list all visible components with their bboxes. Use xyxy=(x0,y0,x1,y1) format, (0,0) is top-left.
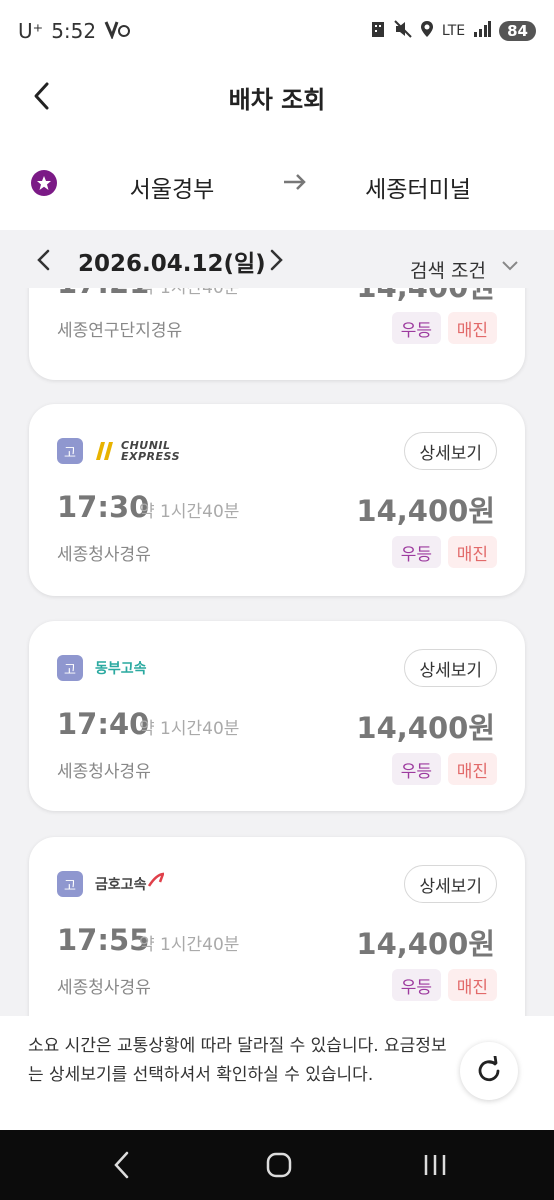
signal-icon xyxy=(473,21,492,41)
nav-home-button[interactable] xyxy=(266,1150,292,1184)
fare-price: 14,400원 xyxy=(356,494,495,528)
grade-badge: 우등 xyxy=(391,969,441,1001)
schedule-card[interactable]: 고 CHUNIL EXPRESS 상세보기 17:30 약 1시간40분 14,… xyxy=(29,404,525,596)
departure-time: 17:30 xyxy=(57,490,150,524)
notification-icon xyxy=(104,19,131,44)
company-name: 금호고속 xyxy=(95,877,147,893)
previous-date-button[interactable] xyxy=(34,248,54,276)
sold-out-badge: 매진 xyxy=(447,753,497,785)
trip-duration: 약 1시간40분 xyxy=(139,719,240,739)
company-logo-kumho: 금호고속 xyxy=(95,871,164,897)
trip-duration: 약 1시간40분 xyxy=(139,502,240,522)
grade-badge: 우등 xyxy=(391,312,441,344)
company-logo-chunil: CHUNIL EXPRESS xyxy=(95,438,181,464)
kumho-logo-icon xyxy=(147,872,164,887)
carrier-label: U⁺ xyxy=(18,19,44,43)
company-name: CHUNIL EXPRESS xyxy=(121,439,180,463)
star-icon[interactable] xyxy=(31,170,57,196)
arrow-right-icon xyxy=(282,172,308,196)
via-route: 세종청사경유 xyxy=(57,978,151,998)
mute-icon xyxy=(394,20,412,42)
departure-time: 17:21 xyxy=(57,288,149,300)
company-logo-dongbu: 동부고속 xyxy=(95,655,147,681)
trip-duration: 약 1시간40분 xyxy=(139,288,240,298)
departure-time: 17:55 xyxy=(57,923,150,957)
chevron-left-icon xyxy=(114,1151,129,1179)
chevron-left-icon xyxy=(37,249,50,271)
battery-indicator: 84 xyxy=(499,21,536,41)
search-conditions-button[interactable]: 검색 조건 xyxy=(410,256,486,283)
page-title: 배차 조회 xyxy=(228,86,326,114)
building-icon xyxy=(370,20,386,42)
date-selector: 2026.04.12(일) 검색 조건 xyxy=(0,232,554,288)
detail-button[interactable]: 상세보기 xyxy=(404,865,497,903)
departure-terminal: 서울경부 xyxy=(129,177,215,203)
sold-out-badge: 매진 xyxy=(447,969,497,1001)
location-icon xyxy=(420,20,434,42)
arrival-terminal: 세종터미널 xyxy=(365,177,471,203)
fare-price: 14,400원 xyxy=(356,927,495,961)
grade-badge: 우등 xyxy=(391,753,441,785)
status-bar: U⁺ 5:52 LTE 84 xyxy=(0,0,554,62)
company-name: 동부고속 xyxy=(95,661,147,677)
clock: 5:52 xyxy=(51,19,97,43)
refresh-icon xyxy=(478,1056,500,1082)
detail-button[interactable]: 상세보기 xyxy=(404,432,497,470)
footer-notice: 소요 시간은 교통상황에 따라 달라질 수 있습니다. 요금정보는 상세보기를 … xyxy=(0,1016,554,1130)
schedule-list[interactable]: 17:21 약 1시간40분 14,400원 세종연구단지경유 우등 매진 고 … xyxy=(0,288,554,1016)
nav-back-button[interactable] xyxy=(110,1150,134,1184)
refresh-button[interactable] xyxy=(460,1042,518,1100)
next-date-button[interactable] xyxy=(266,248,286,276)
schedule-card[interactable]: 17:21 약 1시간40분 14,400원 세종연구단지경유 우등 매진 xyxy=(29,288,525,380)
grade-badge: 우등 xyxy=(391,536,441,568)
express-type-badge: 고 xyxy=(57,655,83,681)
express-type-badge: 고 xyxy=(57,438,83,464)
via-route: 세종연구단지경유 xyxy=(57,321,183,341)
notice-text: 소요 시간은 교통상황에 따라 달라질 수 있습니다. 요금정보는 상세보기를 … xyxy=(28,1036,447,1085)
app-header: 배차 조회 xyxy=(0,62,554,130)
sold-out-badge: 매진 xyxy=(447,536,497,568)
recent-apps-icon xyxy=(424,1155,446,1175)
system-nav-bar xyxy=(0,1130,554,1200)
sold-out-badge: 매진 xyxy=(447,312,497,344)
nav-recent-apps-button[interactable] xyxy=(422,1150,448,1184)
route-summary: 서울경부 세종터미널 xyxy=(0,130,554,230)
schedule-card[interactable]: 고 동부고속 상세보기 17:40 약 1시간40분 14,400원 세종청사경… xyxy=(29,621,525,811)
trip-duration: 약 1시간40분 xyxy=(139,935,240,955)
network-label: LTE xyxy=(441,23,466,39)
selected-date[interactable]: 2026.04.12(일) xyxy=(78,244,266,278)
fare-price: 14,400원 xyxy=(356,288,495,306)
fare-price: 14,400원 xyxy=(356,711,495,745)
chevron-right-icon xyxy=(270,249,283,271)
detail-button[interactable]: 상세보기 xyxy=(404,649,497,687)
schedule-card[interactable]: 고 금호고속 상세보기 17:55 약 1시간40분 14,400원 세종청사경… xyxy=(29,837,525,1016)
express-type-badge: 고 xyxy=(57,871,83,897)
chunil-logo-icon xyxy=(96,442,113,460)
via-route: 세종청사경유 xyxy=(57,762,151,782)
home-circle-icon xyxy=(266,1152,292,1178)
departure-time: 17:40 xyxy=(57,707,150,741)
chevron-down-icon[interactable] xyxy=(500,258,520,277)
via-route: 세종청사경유 xyxy=(57,545,151,565)
